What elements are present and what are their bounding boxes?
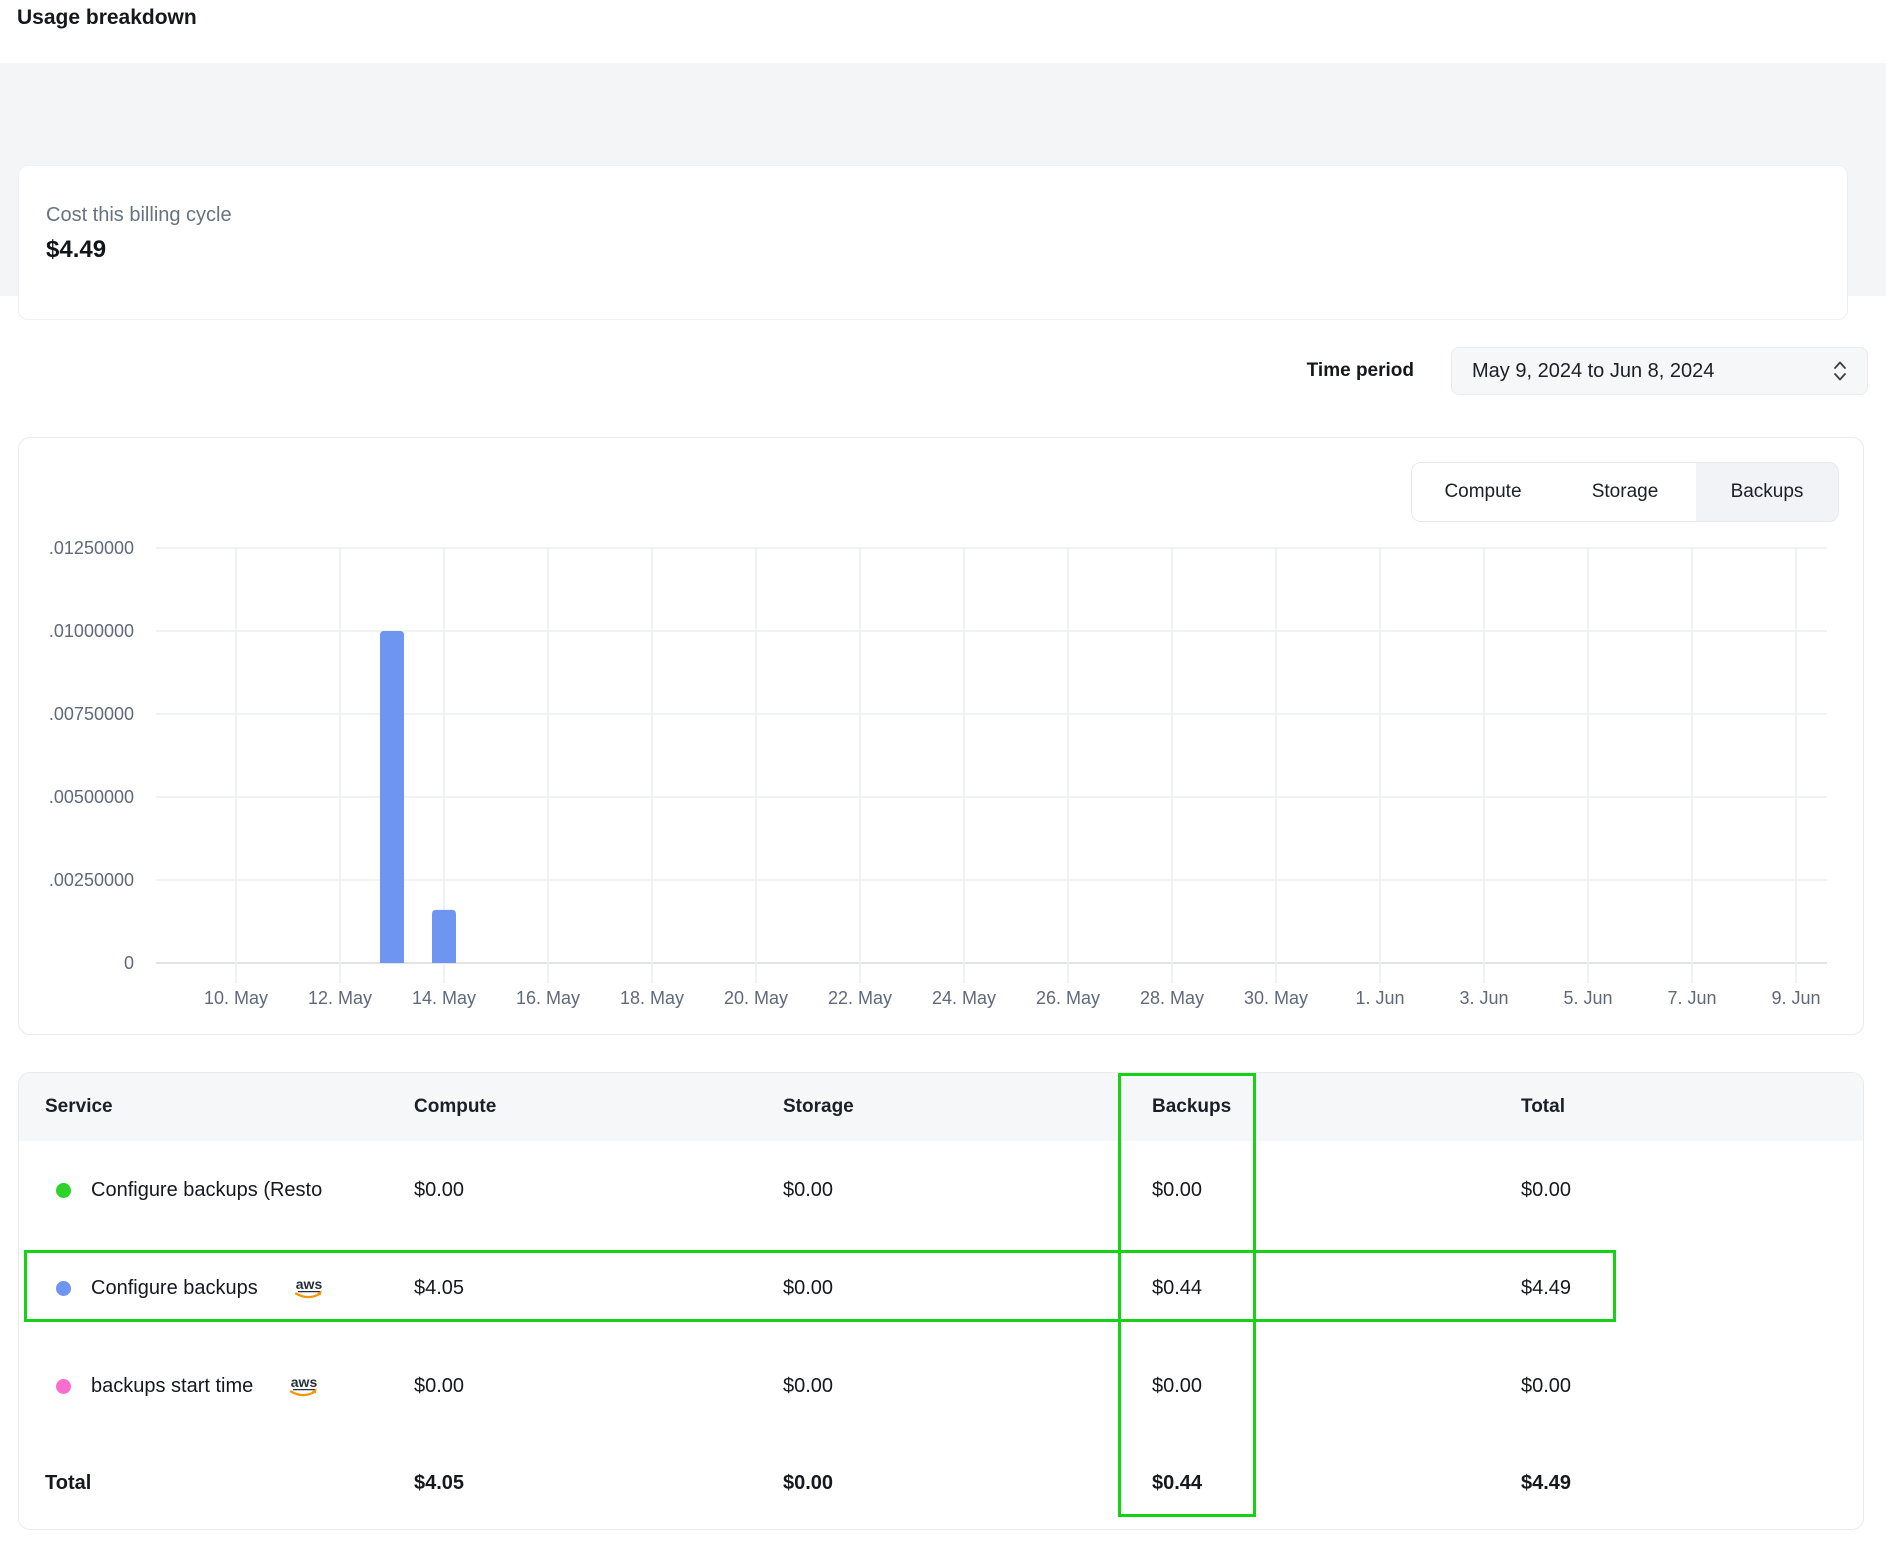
billing-cycle-cost-label: Cost this billing cycle xyxy=(46,204,232,227)
svg-text:.01250000: .01250000 xyxy=(49,538,134,558)
svg-text:10. May: 10. May xyxy=(204,988,268,1008)
chevron-updown-icon xyxy=(1831,359,1849,383)
storage-value: $0.00 xyxy=(757,1179,1126,1202)
svg-text:16. May: 16. May xyxy=(516,988,580,1008)
svg-text:18. May: 18. May xyxy=(620,988,684,1008)
total-value: $4.49 xyxy=(1495,1277,1863,1300)
table-row: backups start timeaws$0.00$0.00$0.00$0.0… xyxy=(19,1337,1863,1435)
aws-logo-icon: aws xyxy=(291,1277,327,1300)
svg-text:24. May: 24. May xyxy=(932,988,996,1008)
backups-value: $0.44 xyxy=(1126,1277,1495,1300)
compute-value: $4.05 xyxy=(388,1277,757,1300)
service-cell: Configure backups aws xyxy=(19,1277,388,1300)
svg-text:.01000000: .01000000 xyxy=(49,621,134,641)
table-row: Configure backups (Resto$0.00$0.00$0.00$… xyxy=(19,1141,1863,1239)
total-value: $0.00 xyxy=(1495,1375,1863,1398)
billing-summary-band: Cost this billing cycle $4.49 xyxy=(0,63,1886,296)
total-backups-value: $0.44 xyxy=(1126,1472,1495,1495)
svg-text:3. Jun: 3. Jun xyxy=(1459,988,1508,1008)
backups-usage-bar-chart: .01250000 .01000000 .00750000 .00500000 .002… xyxy=(19,438,1863,1034)
service-name: Configure backups xyxy=(91,1277,258,1300)
column-header-total: Total xyxy=(1495,1096,1863,1118)
total-storage-value: $0.00 xyxy=(757,1472,1126,1495)
total-value: $0.00 xyxy=(1495,1179,1863,1202)
column-header-service: Service xyxy=(19,1096,388,1118)
total-compute-value: $4.05 xyxy=(388,1472,757,1495)
service-cell: backups start time aws xyxy=(19,1375,388,1398)
svg-text:12. May: 12. May xyxy=(308,988,372,1008)
billing-cycle-cost-card: Cost this billing cycle $4.49 xyxy=(18,165,1848,320)
svg-text:aws: aws xyxy=(296,1277,323,1292)
compute-value: $0.00 xyxy=(388,1375,757,1398)
service-name: Configure backups (Resto xyxy=(91,1179,322,1202)
svg-text:30. May: 30. May xyxy=(1244,988,1308,1008)
svg-text:26. May: 26. May xyxy=(1036,988,1100,1008)
column-header-storage: Storage xyxy=(757,1096,1126,1118)
svg-text:.00250000: .00250000 xyxy=(49,870,134,890)
billing-cycle-cost-value: $4.49 xyxy=(46,236,106,264)
storage-value: $0.00 xyxy=(757,1277,1126,1300)
time-period-label: Time period xyxy=(1307,360,1414,382)
chart-metric-tabs: ComputeStorageBackups xyxy=(1411,462,1839,522)
page-title: Usage breakdown xyxy=(17,6,197,30)
aws-logo-icon: aws xyxy=(286,1375,322,1398)
svg-text:28. May: 28. May xyxy=(1140,988,1204,1008)
total-total-value: $4.49 xyxy=(1495,1472,1863,1495)
svg-text:0: 0 xyxy=(124,953,134,973)
table-total-row: Total$4.05$0.00$0.44$4.49 xyxy=(19,1435,1863,1530)
service-cell: Configure backups (Resto xyxy=(19,1179,388,1202)
table-row: Configure backups aws $4.05$0.00$0.44$4.49 xyxy=(19,1239,1863,1337)
svg-text:20. May: 20. May xyxy=(724,988,788,1008)
svg-text:14. May: 14. May xyxy=(412,988,476,1008)
column-header-backups: Backups xyxy=(1126,1096,1495,1118)
column-header-compute: Compute xyxy=(388,1096,757,1118)
service-name: backups start time xyxy=(91,1375,253,1398)
svg-text:5. Jun: 5. Jun xyxy=(1563,988,1612,1008)
time-period-select[interactable]: May 9, 2024 to Jun 8, 2024 xyxy=(1451,347,1868,395)
svg-text:aws: aws xyxy=(291,1375,318,1390)
tab-backups[interactable]: Backups xyxy=(1696,463,1838,521)
table-header-row: ServiceComputeStorageBackupsTotal xyxy=(19,1073,1863,1141)
svg-text:7. Jun: 7. Jun xyxy=(1667,988,1716,1008)
time-period-row: Time period May 9, 2024 to Jun 8, 2024 xyxy=(1307,347,1868,395)
total-row-label: Total xyxy=(19,1472,388,1495)
svg-text:1. Jun: 1. Jun xyxy=(1355,988,1404,1008)
usage-table-card: ServiceComputeStorageBackupsTotal Config… xyxy=(18,1072,1864,1530)
backups-value: $0.00 xyxy=(1126,1179,1495,1202)
tab-compute[interactable]: Compute xyxy=(1412,463,1554,521)
svg-text:.00500000: .00500000 xyxy=(49,787,134,807)
compute-value: $0.00 xyxy=(388,1179,757,1202)
storage-value: $0.00 xyxy=(757,1375,1126,1398)
series-color-dot xyxy=(56,1379,71,1394)
tab-storage[interactable]: Storage xyxy=(1554,463,1696,521)
series-color-dot xyxy=(56,1281,71,1296)
backups-value: $0.00 xyxy=(1126,1375,1495,1398)
svg-text:9. Jun: 9. Jun xyxy=(1771,988,1820,1008)
svg-text:.00750000: .00750000 xyxy=(49,704,134,724)
usage-chart-card: ComputeStorageBackups .01250000 .01000000… xyxy=(18,437,1864,1035)
series-color-dot xyxy=(56,1183,71,1198)
time-period-value: May 9, 2024 to Jun 8, 2024 xyxy=(1472,360,1714,383)
svg-text:22. May: 22. May xyxy=(828,988,892,1008)
